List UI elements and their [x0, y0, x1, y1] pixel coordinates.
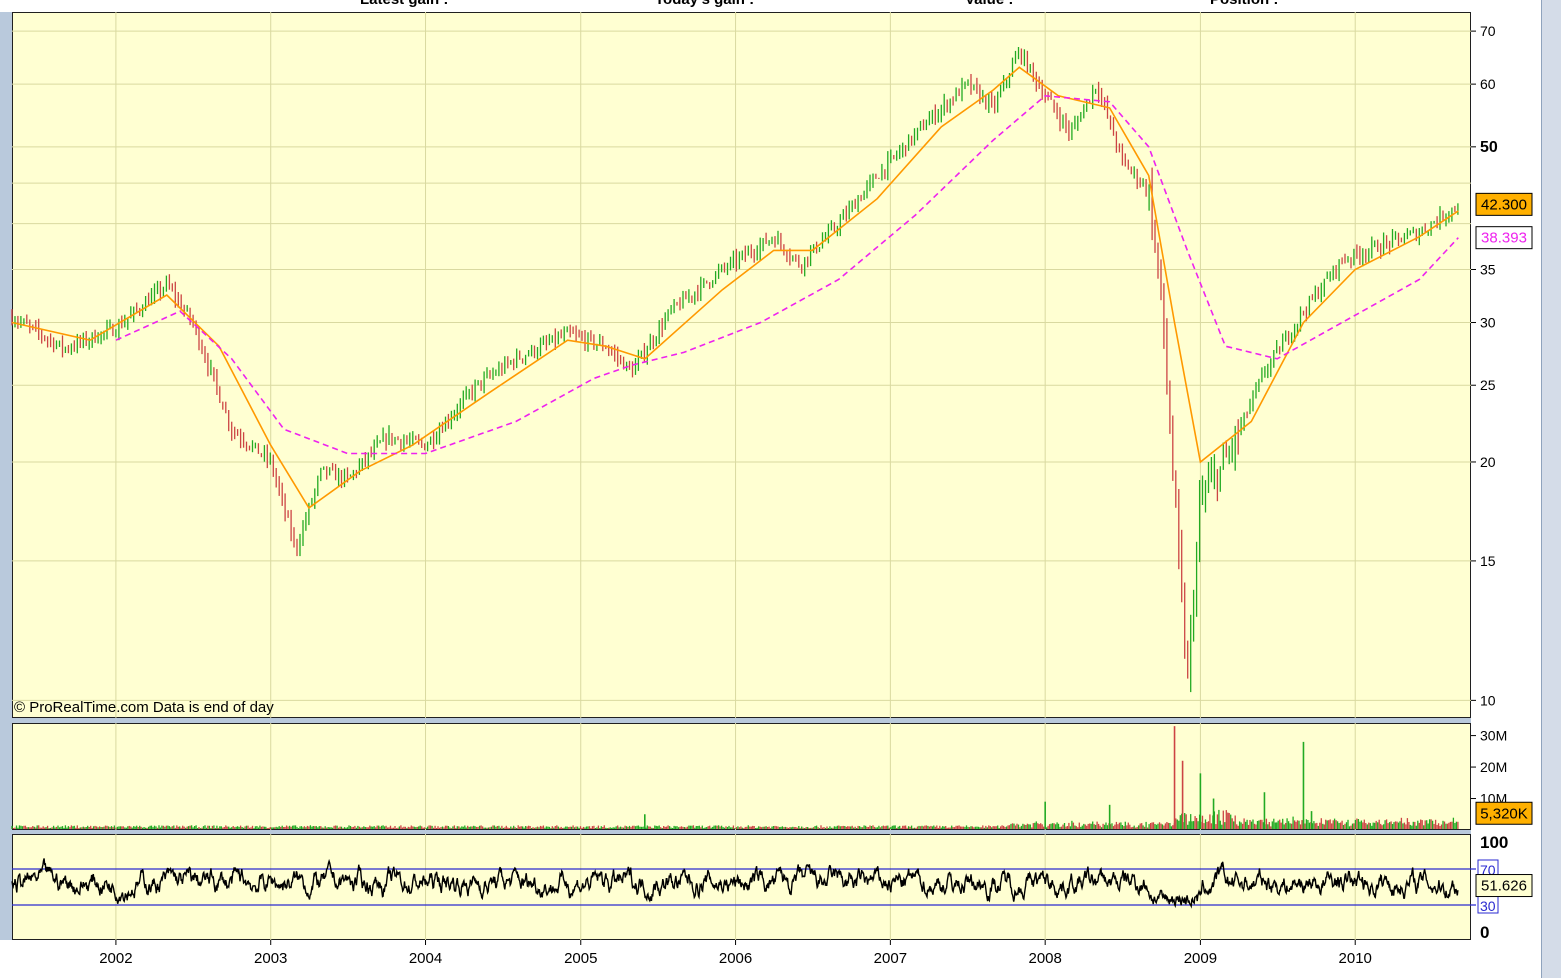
- x-tick-label: 2005: [564, 950, 597, 967]
- chart-svg: 2002 2003 2004 2005 2006 2007 2008 2009 20107060…: [11, 12, 1533, 967]
- vol-y-tick-label: 20M: [1480, 759, 1507, 775]
- x-tick-label: 2009: [1184, 950, 1217, 967]
- grid-layer: [12, 12, 1471, 940]
- rsi-indicator: [11, 858, 1476, 909]
- y-tick-label: 60: [1480, 76, 1496, 92]
- x-tick-label: 2008: [1028, 950, 1061, 967]
- copyright-notice: © ProRealTime.com Data is end of day: [14, 699, 274, 716]
- vertical-scrollbar[interactable]: [1541, 0, 1561, 978]
- ma-value-label: 38.393: [1481, 230, 1527, 247]
- x-tick-label: 2002: [99, 950, 132, 967]
- y-tick-label: 20: [1480, 454, 1496, 470]
- y-tick-label: 15: [1480, 553, 1496, 569]
- last-price-label: 42.300: [1481, 196, 1527, 213]
- y-tick-label: 35: [1480, 262, 1496, 278]
- x-tick-label: 2010: [1339, 950, 1372, 967]
- x-tick-label: 2007: [874, 950, 907, 967]
- rsi-value-label: 51.626: [1481, 878, 1527, 895]
- y-tick-label: 50: [1480, 139, 1498, 156]
- x-tick-label: 2003: [254, 950, 287, 967]
- volume-bars: [11, 726, 1459, 829]
- x-tick-label: 2006: [719, 950, 752, 967]
- y-tick-label: 30: [1480, 315, 1496, 331]
- moving-average-slow-line: [115, 94, 1459, 455]
- rsi-line: [11, 858, 1459, 909]
- y-tick-label: 25: [1480, 377, 1496, 393]
- chart-window: Latest gain : Today's gain : Value : Pos…: [0, 0, 1561, 978]
- x-tick-label: 2004: [409, 950, 442, 967]
- rsi-y-tick-label: 30: [1480, 898, 1496, 914]
- y-tick-label: 70: [1480, 23, 1496, 39]
- price-bars: [11, 47, 1459, 693]
- rsi-y-tick-label: 0: [1480, 923, 1489, 942]
- vol-y-tick-label: 30M: [1480, 728, 1507, 744]
- y-tick-label: 10: [1480, 692, 1496, 708]
- rsi-y-tick-label: 100: [1480, 833, 1508, 852]
- last-volume-label: 5,320K: [1480, 805, 1528, 822]
